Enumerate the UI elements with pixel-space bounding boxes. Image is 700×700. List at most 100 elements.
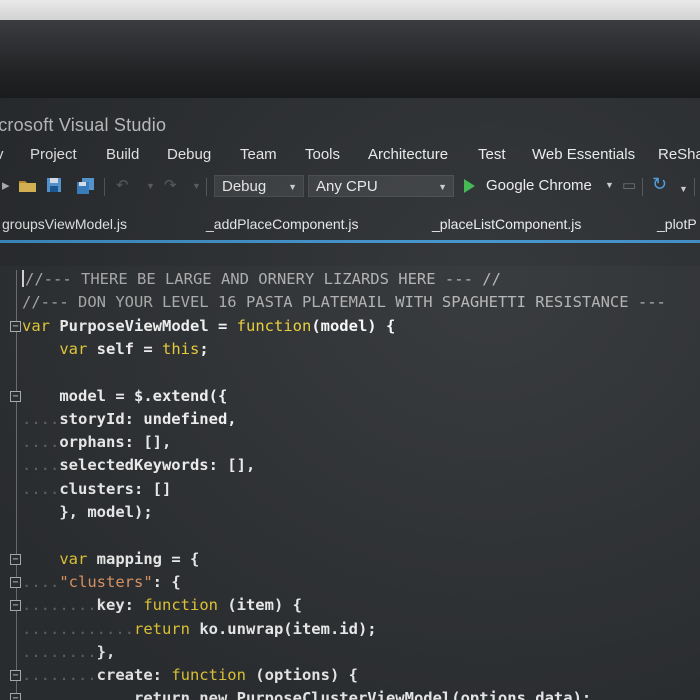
tab-place-list-component[interactable]: _placeListComponent.js (432, 216, 581, 232)
menu-resharper[interactable]: ReSha (658, 146, 700, 163)
menu-web-essentials[interactable]: Web Essentials (532, 146, 635, 163)
text-cursor (22, 270, 24, 287)
menu-build[interactable]: Build (106, 146, 139, 163)
collapse-icon[interactable]: − (10, 670, 21, 682)
code-token: }, (96, 642, 116, 661)
code-line[interactable]: }, model); (22, 501, 152, 524)
toolbar-separator (104, 178, 105, 196)
code-token: mapping = { (87, 549, 200, 568)
refresh-icon[interactable]: ↻ (652, 175, 667, 193)
code-token: "clusters" (59, 572, 153, 591)
tab-plot[interactable]: _plotP (657, 216, 697, 232)
code-line[interactable]: var PurposeViewModel = function(model) { (22, 315, 395, 338)
code-line[interactable]: ........}, (22, 641, 115, 664)
chevron-down-icon: ▼ (438, 182, 447, 192)
code-token: PurposeViewModel (59, 316, 209, 335)
code-token: orphans: [], (59, 433, 172, 452)
code-line[interactable]: ....orphans: [], (22, 431, 171, 454)
collapse-icon[interactable]: − (10, 390, 21, 402)
code-line[interactable]: //--- DON YOUR LEVEL 16 PASTA PLATEMAIL … (22, 291, 666, 314)
run-target-label: Google Chrome (486, 177, 592, 194)
code-editor[interactable]: //--- THERE BE LARGE AND ORNERY LIZARDS … (0, 266, 700, 700)
solution-platform-value: Any CPU (316, 178, 378, 195)
collapse-icon[interactable]: − (10, 600, 21, 612)
window-title: icrosoft Visual Studio (0, 115, 167, 135)
code-token: : { (152, 572, 181, 591)
code-token: clusters: [] (59, 479, 172, 498)
code-line[interactable]: ........key: function (item) { (22, 594, 302, 617)
tab-add-place-component[interactable]: _addPlaceComponent.js (206, 216, 359, 232)
undo-icon[interactable]: ↶ (116, 177, 129, 195)
code-token: storyId: undefined, (59, 409, 237, 428)
code-token: ............ (22, 619, 134, 638)
menu-team[interactable]: Team (240, 146, 277, 163)
tab-groups-view-model[interactable]: groupsViewModel.js (2, 216, 127, 232)
menu-test[interactable]: Test (478, 146, 506, 163)
code-line[interactable]: var mapping = { (22, 548, 199, 571)
code-token: var (59, 339, 88, 358)
code-token: //--- THERE BE LARGE AND ORNERY LIZARDS … (25, 270, 501, 288)
code-line[interactable]: ........create: function (options) { (22, 664, 358, 687)
code-token: ........ (22, 666, 97, 685)
code-token: ; (199, 339, 209, 358)
menu-architecture[interactable]: Architecture (368, 146, 448, 163)
code-token: ko.unwrap(item.id); (189, 619, 377, 638)
code-token: function (143, 596, 218, 615)
code-token: ........ (22, 596, 97, 615)
code-token: (model) { (311, 316, 396, 335)
toolbar-separator (642, 178, 643, 196)
undo-dropdown-icon[interactable]: ▼ (146, 177, 155, 195)
menu-tools[interactable]: Tools (305, 146, 340, 163)
redo-icon[interactable]: ↷ (164, 177, 177, 195)
code-token: .... (22, 409, 60, 428)
monitor-bezel (0, 20, 700, 98)
code-line[interactable]: var self = this; (22, 338, 209, 361)
code-line[interactable]: ....clusters: [] (22, 478, 171, 501)
code-token: ............ (22, 689, 134, 700)
code-line[interactable]: ....selectedKeywords: [], (22, 454, 255, 477)
code-line[interactable]: ............return ko.unwrap(item.id); (22, 618, 377, 641)
collapse-icon[interactable]: − (10, 320, 21, 332)
toolbar-separator (206, 178, 207, 196)
menu-bar: v Project Build Debug Team Tools Archite… (0, 146, 700, 168)
code-line[interactable]: ...."clusters": { (22, 571, 181, 594)
solution-platform-select[interactable]: Any CPU ▼ (308, 175, 454, 197)
menu-project[interactable]: Project (30, 146, 77, 163)
code-token: (item) { (217, 596, 302, 615)
code-line[interactable]: ....storyId: undefined, (22, 408, 237, 431)
code-token: //--- DON YOUR LEVEL 16 PASTA PLATEMAIL … (22, 293, 666, 312)
visual-studio-window: icrosoft Visual Studio v Project Build D… (0, 98, 700, 700)
code-token: selectedKeywords: [], (59, 456, 256, 475)
code-token: .... (22, 572, 60, 591)
menu-debug[interactable]: Debug (167, 146, 211, 163)
solution-configuration-select[interactable]: Debug ▼ (214, 175, 304, 197)
collapse-icon[interactable]: − (10, 553, 21, 565)
menu-view[interactable]: v (0, 146, 4, 163)
code-token: return new PurposeClusterViewModel(optio… (133, 689, 592, 700)
open-folder-icon[interactable] (18, 177, 38, 198)
browser-link-icon[interactable]: ▭ (622, 177, 636, 195)
code-token: var (22, 316, 50, 335)
code-line[interactable]: ............return new PurposeClusterVie… (22, 687, 591, 700)
save-all-icon[interactable] (76, 177, 96, 200)
code-line[interactable]: //--- THERE BE LARGE AND ORNERY LIZARDS … (22, 268, 501, 291)
collapse-icon[interactable]: − (10, 693, 21, 700)
chevron-down-icon[interactable]: ▼ (605, 180, 614, 190)
code-token: var (59, 549, 88, 568)
code-token: ........ (22, 642, 97, 661)
toolbar-separator (694, 178, 695, 196)
title-bar: icrosoft Visual Studio (0, 110, 700, 140)
code-token: create: (96, 666, 172, 685)
active-tab-indicator (0, 240, 700, 243)
save-icon[interactable] (46, 177, 62, 198)
code-token: .... (22, 479, 60, 498)
collapse-icon[interactable]: − (10, 576, 21, 588)
code-line[interactable]: model = $.extend({ (22, 385, 227, 408)
redo-dropdown-icon[interactable]: ▼ (192, 177, 201, 195)
chevron-down-icon[interactable]: ▼ (679, 180, 688, 198)
toolbar-overflow-icon[interactable]: ▸ (2, 177, 10, 195)
code-token: key: (96, 596, 144, 615)
code-token: function (236, 316, 312, 335)
